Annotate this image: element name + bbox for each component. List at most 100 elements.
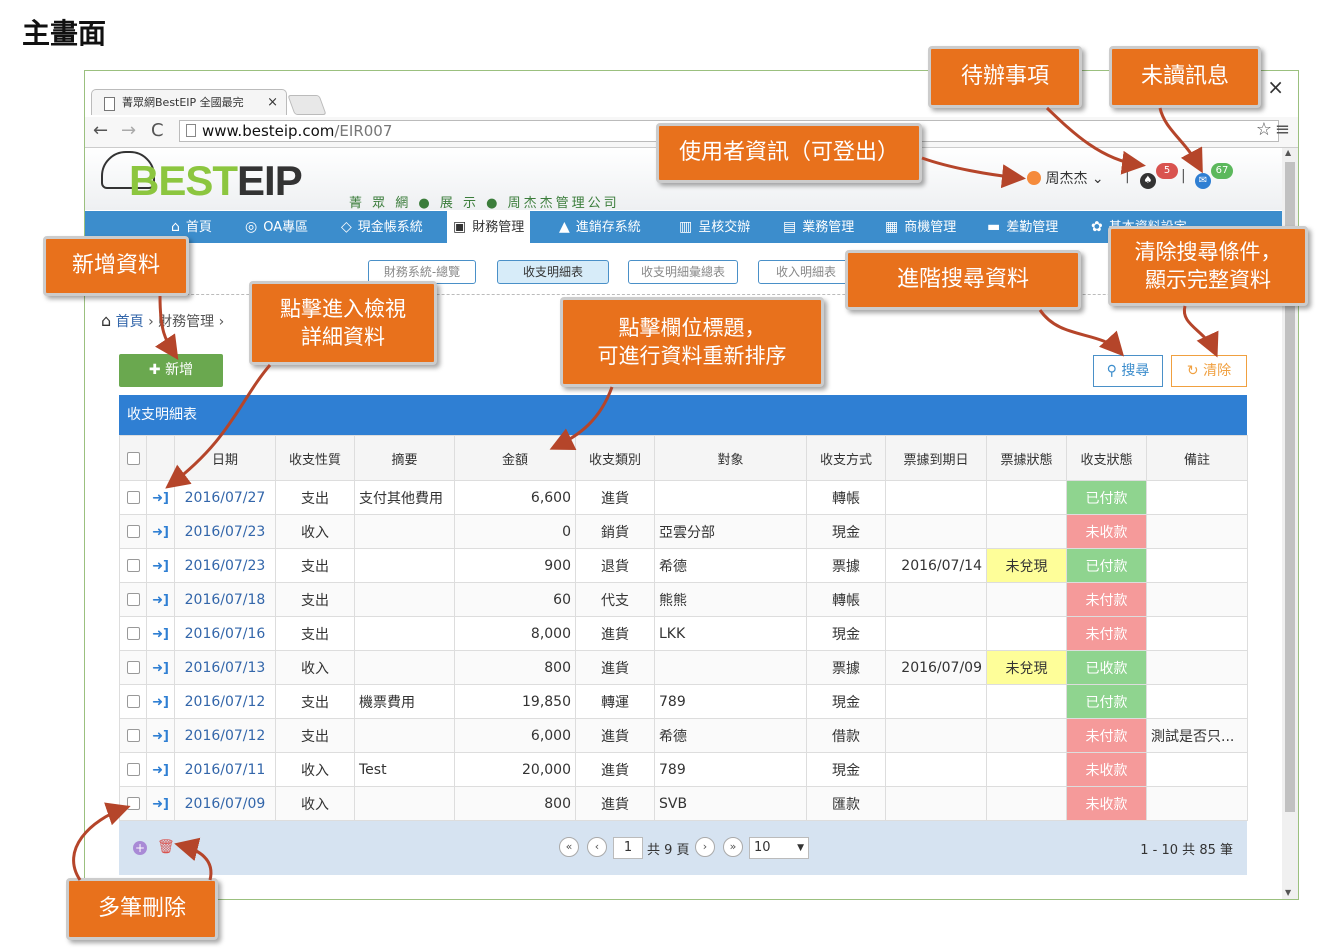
row-checkbox[interactable] — [119, 684, 147, 719]
breadcrumb-home[interactable]: 首頁 — [116, 314, 144, 330]
subtab-income[interactable]: 收入明細表 — [758, 260, 854, 284]
column-header[interactable]: 對象 — [654, 435, 807, 481]
search-button[interactable]: ⚲ 搜尋 — [1093, 355, 1163, 387]
row-checkbox[interactable] — [119, 718, 147, 753]
scroll-up-icon[interactable]: ▲ — [1285, 148, 1291, 157]
page-number-input[interactable]: 1 — [613, 837, 643, 859]
column-header[interactable]: 收支性質 — [275, 435, 355, 481]
nav-item-6[interactable]: ▤ 業務管理 — [777, 211, 860, 243]
home-icon[interactable]: ⌂ — [101, 311, 111, 330]
next-page-button[interactable]: › — [695, 837, 715, 857]
nav-icon: ◇ — [341, 219, 352, 235]
window-close-icon[interactable]: × — [1267, 75, 1284, 99]
bookmark-star-icon[interactable]: ☆ — [1256, 119, 1272, 140]
column-header[interactable]: 金額 — [454, 435, 576, 481]
message-button[interactable]: ✉67 — [1195, 163, 1233, 189]
cell-amount: 0 — [454, 514, 576, 549]
cell-date[interactable]: 2016/07/09 — [174, 786, 276, 821]
add-circle-icon[interactable]: + — [133, 841, 147, 855]
view-detail-icon[interactable]: ➜] — [146, 718, 175, 753]
cell-date[interactable]: 2016/07/27 — [174, 480, 276, 515]
view-detail-icon[interactable]: ➜] — [146, 514, 175, 549]
view-detail-icon[interactable]: ➜] — [146, 480, 175, 515]
row-checkbox[interactable] — [119, 548, 147, 583]
row-checkbox[interactable] — [119, 514, 147, 549]
column-header[interactable]: 票據狀態 — [986, 435, 1067, 481]
column-header[interactable]: 摘要 — [354, 435, 455, 481]
view-detail-icon[interactable]: ➜] — [146, 548, 175, 583]
cell-target: SVB — [654, 786, 807, 821]
select-all-checkbox[interactable] — [119, 435, 147, 481]
cell-nature: 支出 — [275, 480, 355, 515]
cell-amount: 60 — [454, 582, 576, 617]
cell-target: 希德 — [654, 718, 807, 753]
add-button[interactable]: ✚ 新增 — [119, 354, 223, 387]
cell-date[interactable]: 2016/07/12 — [174, 718, 276, 753]
cell-target: 789 — [654, 684, 807, 719]
view-detail-icon[interactable]: ➜] — [146, 582, 175, 617]
tab-close-icon[interactable]: × — [267, 90, 278, 115]
breadcrumb-section[interactable]: 財務管理 — [158, 314, 214, 330]
cell-category: 進貨 — [575, 650, 655, 685]
nav-icon: ▲ — [559, 219, 570, 235]
column-header[interactable]: 備註 — [1146, 435, 1248, 481]
nav-item-3[interactable]: ▣ 財務管理 — [447, 211, 531, 243]
browser-menu-icon[interactable]: ≡ — [1275, 119, 1290, 140]
page-size-value: 10 — [754, 840, 771, 855]
clear-button[interactable]: ↻ 清除 — [1171, 355, 1247, 387]
nav-item-1[interactable]: ◎ OA專區 — [239, 211, 314, 243]
cell-date[interactable]: 2016/07/23 — [174, 514, 276, 549]
row-checkbox[interactable] — [119, 480, 147, 515]
row-checkbox[interactable] — [119, 650, 147, 685]
cell-method: 現金 — [806, 684, 886, 719]
subtab-detail[interactable]: 收支明細表 — [497, 260, 609, 284]
new-tab-button[interactable] — [287, 95, 327, 115]
row-checkbox[interactable] — [119, 582, 147, 617]
column-header[interactable]: 票據到期日 — [885, 435, 987, 481]
view-detail-icon[interactable]: ➜] — [146, 786, 175, 821]
cell-target — [654, 480, 807, 515]
view-detail-icon[interactable]: ➜] — [146, 616, 175, 651]
column-header[interactable]: 收支方式 — [806, 435, 886, 481]
column-header[interactable]: 收支類別 — [575, 435, 655, 481]
back-icon[interactable]: ← — [93, 120, 108, 141]
view-detail-icon[interactable]: ➜] — [146, 684, 175, 719]
cell-date[interactable]: 2016/07/11 — [174, 752, 276, 787]
subtab-summary[interactable]: 收支明細彙總表 — [628, 260, 738, 284]
row-checkbox[interactable] — [119, 786, 147, 821]
page-size-select[interactable]: 10 ▼ — [749, 837, 809, 859]
cell-date[interactable]: 2016/07/16 — [174, 616, 276, 651]
plus-icon: ✚ — [148, 362, 166, 378]
cell-due — [885, 718, 987, 753]
row-checkbox[interactable] — [119, 752, 147, 787]
trash-icon[interactable]: 🗑 — [157, 839, 175, 855]
scroll-down-icon[interactable]: ▼ — [1285, 888, 1291, 897]
last-page-button[interactable]: » — [723, 837, 743, 857]
first-page-button[interactable]: « — [559, 837, 579, 857]
cell-summary — [354, 650, 455, 685]
browser-tab[interactable]: 菁眾網BestEIP 全國最完 × — [91, 89, 287, 115]
cell-remark: 測試是否只... — [1146, 718, 1248, 753]
cell-note-status: 未兌現 — [986, 548, 1067, 583]
reload-icon[interactable]: C — [151, 120, 164, 141]
user-menu[interactable]: 周杰杰 ⌄ — [1027, 168, 1104, 188]
prev-page-button[interactable]: ‹ — [587, 837, 607, 857]
nav-item-5[interactable]: ▥ 呈核交辦 — [673, 211, 756, 243]
forward-icon[interactable]: → — [121, 120, 136, 141]
nav-item-2[interactable]: ◇ 現金帳系統 — [335, 211, 429, 243]
cell-date[interactable]: 2016/07/18 — [174, 582, 276, 617]
nav-item-7[interactable]: ▦ 商機管理 — [879, 211, 962, 243]
nav-icon: ▥ — [679, 219, 693, 235]
view-detail-icon[interactable]: ➜] — [146, 650, 175, 685]
cell-date[interactable]: 2016/07/23 — [174, 548, 276, 583]
column-header[interactable]: 日期 — [174, 435, 276, 481]
view-detail-icon[interactable]: ➜] — [146, 752, 175, 787]
nav-item-4[interactable]: ▲ 進銷存系統 — [553, 211, 647, 243]
search-button-label: 搜尋 — [1121, 363, 1150, 379]
cell-date[interactable]: 2016/07/12 — [174, 684, 276, 719]
column-header[interactable]: 收支狀態 — [1066, 435, 1147, 481]
row-checkbox[interactable] — [119, 616, 147, 651]
notification-button[interactable]: ♠5 — [1140, 163, 1178, 189]
cell-date[interactable]: 2016/07/13 — [174, 650, 276, 685]
nav-item-8[interactable]: ▬ 差勤管理 — [981, 211, 1064, 243]
